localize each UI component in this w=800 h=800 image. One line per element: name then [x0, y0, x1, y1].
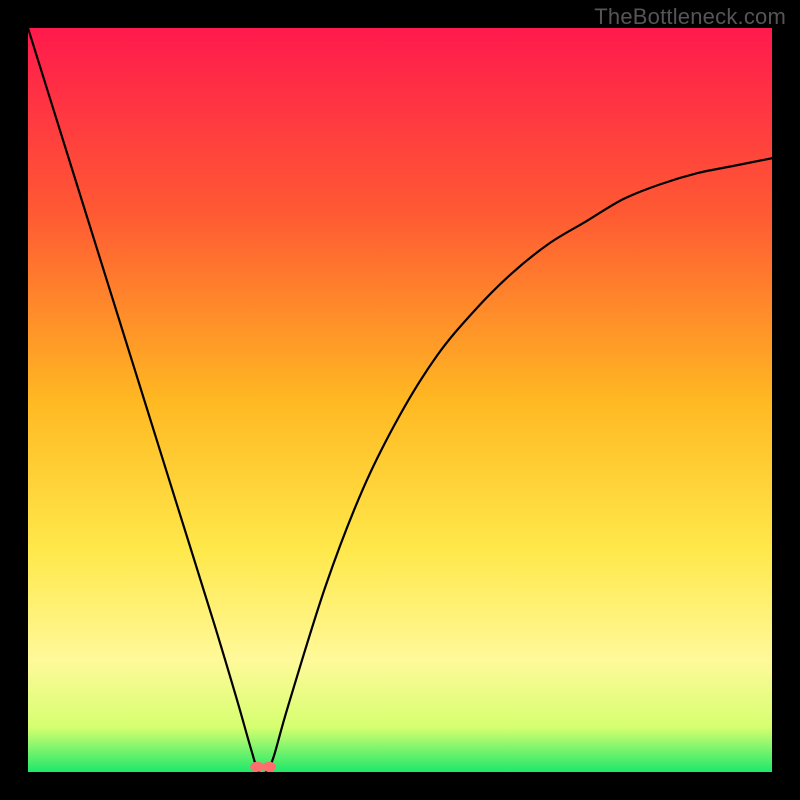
- min-marker-b: [262, 762, 276, 772]
- chart-svg: [28, 28, 772, 772]
- gradient-background: [28, 28, 772, 772]
- watermark-text: TheBottleneck.com: [594, 4, 786, 30]
- min-marker-a: [250, 762, 264, 772]
- plot-area: [28, 28, 772, 772]
- chart-frame: TheBottleneck.com: [0, 0, 800, 800]
